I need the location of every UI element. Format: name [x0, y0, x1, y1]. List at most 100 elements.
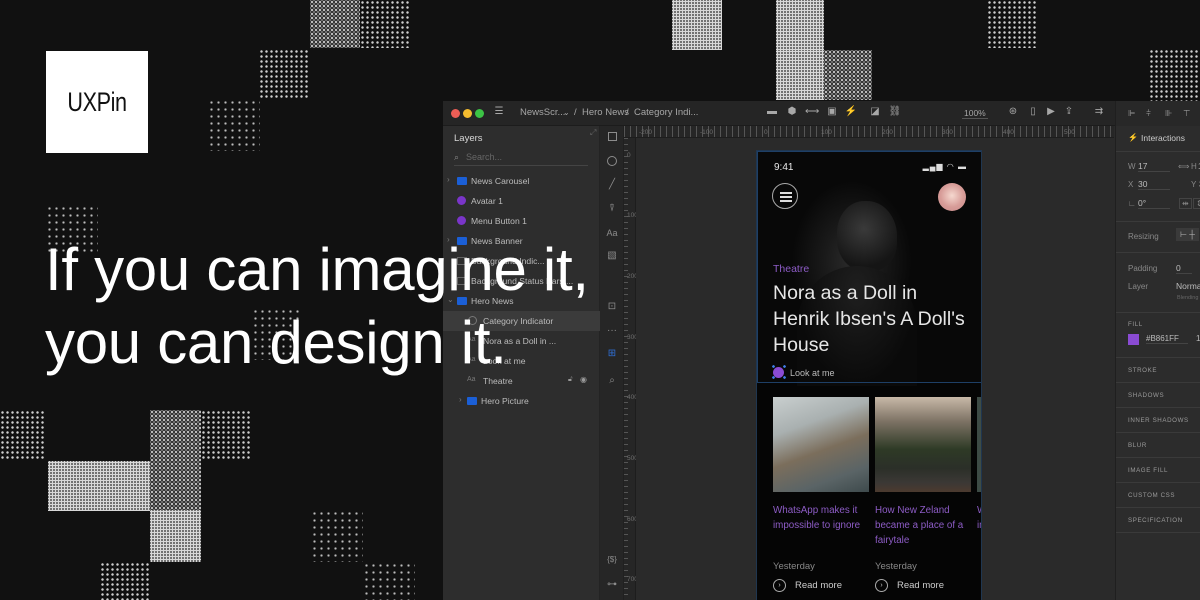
window-close-button[interactable]	[451, 109, 460, 118]
resizing-section: Resizing ⊢ ┼	[1116, 222, 1200, 253]
align-right-icon[interactable]: ⊪	[1165, 108, 1172, 119]
blur-section[interactable]: BLUR	[1116, 433, 1200, 458]
interaction-icon[interactable]: ⚡	[844, 106, 858, 117]
breadcrumb-project[interactable]: NewsScr...	[520, 107, 565, 118]
hamburger-line	[780, 192, 792, 194]
search-tool-icon[interactable]: ⌕	[600, 375, 624, 386]
halftone-pattern	[208, 99, 260, 151]
image-fill-section[interactable]: IMAGE FILL	[1116, 458, 1200, 483]
git-flow-icon[interactable]: ⇉	[1092, 106, 1106, 117]
resizing-pin-button[interactable]: ⊢ ┼	[1176, 228, 1199, 241]
halftone-pattern	[201, 410, 251, 460]
text-tool-icon[interactable]: Aa	[600, 228, 624, 238]
accessibility-icon[interactable]: ⊛	[1006, 106, 1020, 117]
rotation-input[interactable]: 0°	[1138, 198, 1170, 209]
window-maximize-button[interactable]	[475, 109, 484, 118]
chevron-right-icon[interactable]: ›	[459, 395, 462, 404]
breadcrumb-page[interactable]: Hero News	[582, 107, 629, 118]
shadows-section[interactable]: SHADOWS	[1116, 383, 1200, 408]
distribute-icon[interactable]: ⟷	[805, 106, 819, 117]
inner-shadows-section[interactable]: INNER SHADOWS	[1116, 408, 1200, 433]
image-tool-icon[interactable]: ▧	[600, 250, 624, 261]
news-card[interactable]: How New Zeland became a place of a fairyta…	[875, 397, 971, 592]
category-label[interactable]: Theatre	[773, 263, 809, 275]
component-icon	[457, 196, 466, 205]
read-more-link[interactable]: › Read more	[773, 579, 842, 592]
fill-color-swatch[interactable]	[1128, 334, 1139, 345]
layout-icon[interactable]: ▣	[825, 106, 839, 117]
menu-button[interactable]	[772, 183, 798, 209]
category-indicator[interactable]	[773, 367, 784, 378]
halftone-pattern	[150, 410, 201, 510]
pen-tool-icon[interactable]: ⍒	[600, 203, 624, 214]
news-card[interactable]: Wim Ye ›	[977, 397, 981, 533]
interaction-tool-icon[interactable]: ⊡	[600, 301, 624, 312]
interactions-section[interactable]: ⚡ Interactions	[1116, 126, 1200, 152]
halftone-pattern	[100, 562, 150, 600]
align-top-icon[interactable]: ⊤	[1183, 108, 1190, 119]
layer-item[interactable]: › Hero Picture	[443, 391, 600, 411]
uxpin-logo: UXPin	[46, 51, 148, 153]
news-title[interactable]: Wim	[977, 503, 981, 533]
news-title[interactable]: WhatsApp makes it impossible to ignore	[773, 503, 869, 533]
bring-forward-icon[interactable]: ◪	[868, 106, 882, 117]
interactions-label: Interactions	[1141, 133, 1185, 143]
align-left-icon[interactable]: ⊫	[1128, 108, 1135, 119]
x-input[interactable]: 30	[1138, 179, 1170, 190]
halftone-pattern	[360, 0, 410, 48]
more-tools-icon[interactable]: ···	[600, 325, 624, 336]
stroke-section[interactable]: STROKE	[1116, 358, 1200, 383]
halftone-pattern	[48, 461, 150, 511]
link-icon[interactable]: ⛓	[888, 106, 902, 117]
share-icon[interactable]: ⇪	[1062, 106, 1076, 117]
news-date: Yesterday	[875, 561, 917, 572]
folder-icon[interactable]: ▬	[765, 106, 779, 117]
news-card[interactable]: WhatsApp makes it impossible to ignore Ye…	[773, 397, 869, 592]
component-icon[interactable]: ⬢	[785, 106, 799, 117]
layer-item[interactable]: Avatar 1	[443, 191, 600, 211]
zoom-level[interactable]: 100%	[962, 108, 988, 119]
chevron-down-icon[interactable]: ⌄	[563, 108, 570, 117]
device-preview-icon[interactable]: ▯	[1026, 106, 1040, 117]
read-more-link[interactable]: › Read more	[875, 579, 944, 592]
halftone-pattern	[824, 50, 872, 100]
properties-panel: ⊫ ⫩ ⊪ ⊤ ⚡ Interactions W 17 ⟺ H 17 X 30 …	[1115, 101, 1200, 600]
chevron-right-circle-icon: ›	[773, 579, 786, 592]
hamburger-menu-icon[interactable]: ☰	[492, 106, 506, 117]
component-icon	[457, 216, 466, 225]
collapse-icon[interactable]: ⤢	[590, 128, 596, 138]
fill-hex-input[interactable]: #B861FF	[1146, 334, 1188, 344]
lock-ratio-icon[interactable]: ⟺	[1178, 162, 1189, 171]
flip-horizontal-button[interactable]: ⇹	[1179, 198, 1192, 209]
halftone-pattern	[0, 410, 46, 460]
flip-vertical-button[interactable]: ⇕	[1193, 198, 1200, 209]
halftone-pattern	[310, 0, 360, 48]
chevron-right-icon[interactable]: ›	[447, 175, 450, 184]
component-tool-icon[interactable]: ⊞	[600, 348, 624, 359]
padding-input[interactable]: 0	[1176, 263, 1192, 274]
window-minimize-button[interactable]	[463, 109, 472, 118]
phone-artboard[interactable]: 9:41 ▂▄▆ ◠ ▬ Theatre Nora as a Doll in H…	[756, 150, 982, 600]
line-tool-icon[interactable]: ╱	[600, 179, 624, 190]
width-input[interactable]: 17	[1138, 161, 1170, 172]
rectangle-tool-icon[interactable]	[600, 132, 624, 144]
tree-icon[interactable]: ⊶	[600, 579, 624, 590]
ellipse-tool-icon[interactable]	[600, 156, 624, 169]
fill-opacity-input[interactable]: 100	[1196, 334, 1200, 343]
dimensions-section: W 17 ⟺ H 17 X 30 Y 35 ∟ 0° ⇹ ⇕	[1116, 152, 1200, 222]
news-title[interactable]: How New Zeland became a place of a fairyta…	[875, 503, 971, 548]
align-center-icon[interactable]: ⫩	[1146, 108, 1151, 119]
play-icon[interactable]: ▶	[1044, 106, 1058, 117]
custom-css-section[interactable]: CUSTOM CSS	[1116, 483, 1200, 508]
vertical-ruler: 0 100 200 300 400 500 600 700	[624, 138, 638, 600]
blending-select[interactable]: Normal	[1176, 281, 1200, 291]
layer-item[interactable]: Menu Button 1	[443, 211, 600, 231]
hamburger-line	[780, 196, 792, 198]
breadcrumb-element[interactable]: Category Indi...	[634, 107, 698, 118]
layers-search-input[interactable]: ⌕ Search...	[454, 152, 588, 166]
look-at-me-link[interactable]: Look at me	[790, 368, 835, 378]
layer-item[interactable]: › News Carousel	[443, 171, 600, 191]
avatar[interactable]	[938, 183, 966, 211]
specification-section[interactable]: SPECIFICATION	[1116, 508, 1200, 533]
variables-icon[interactable]: {$}	[600, 555, 624, 564]
